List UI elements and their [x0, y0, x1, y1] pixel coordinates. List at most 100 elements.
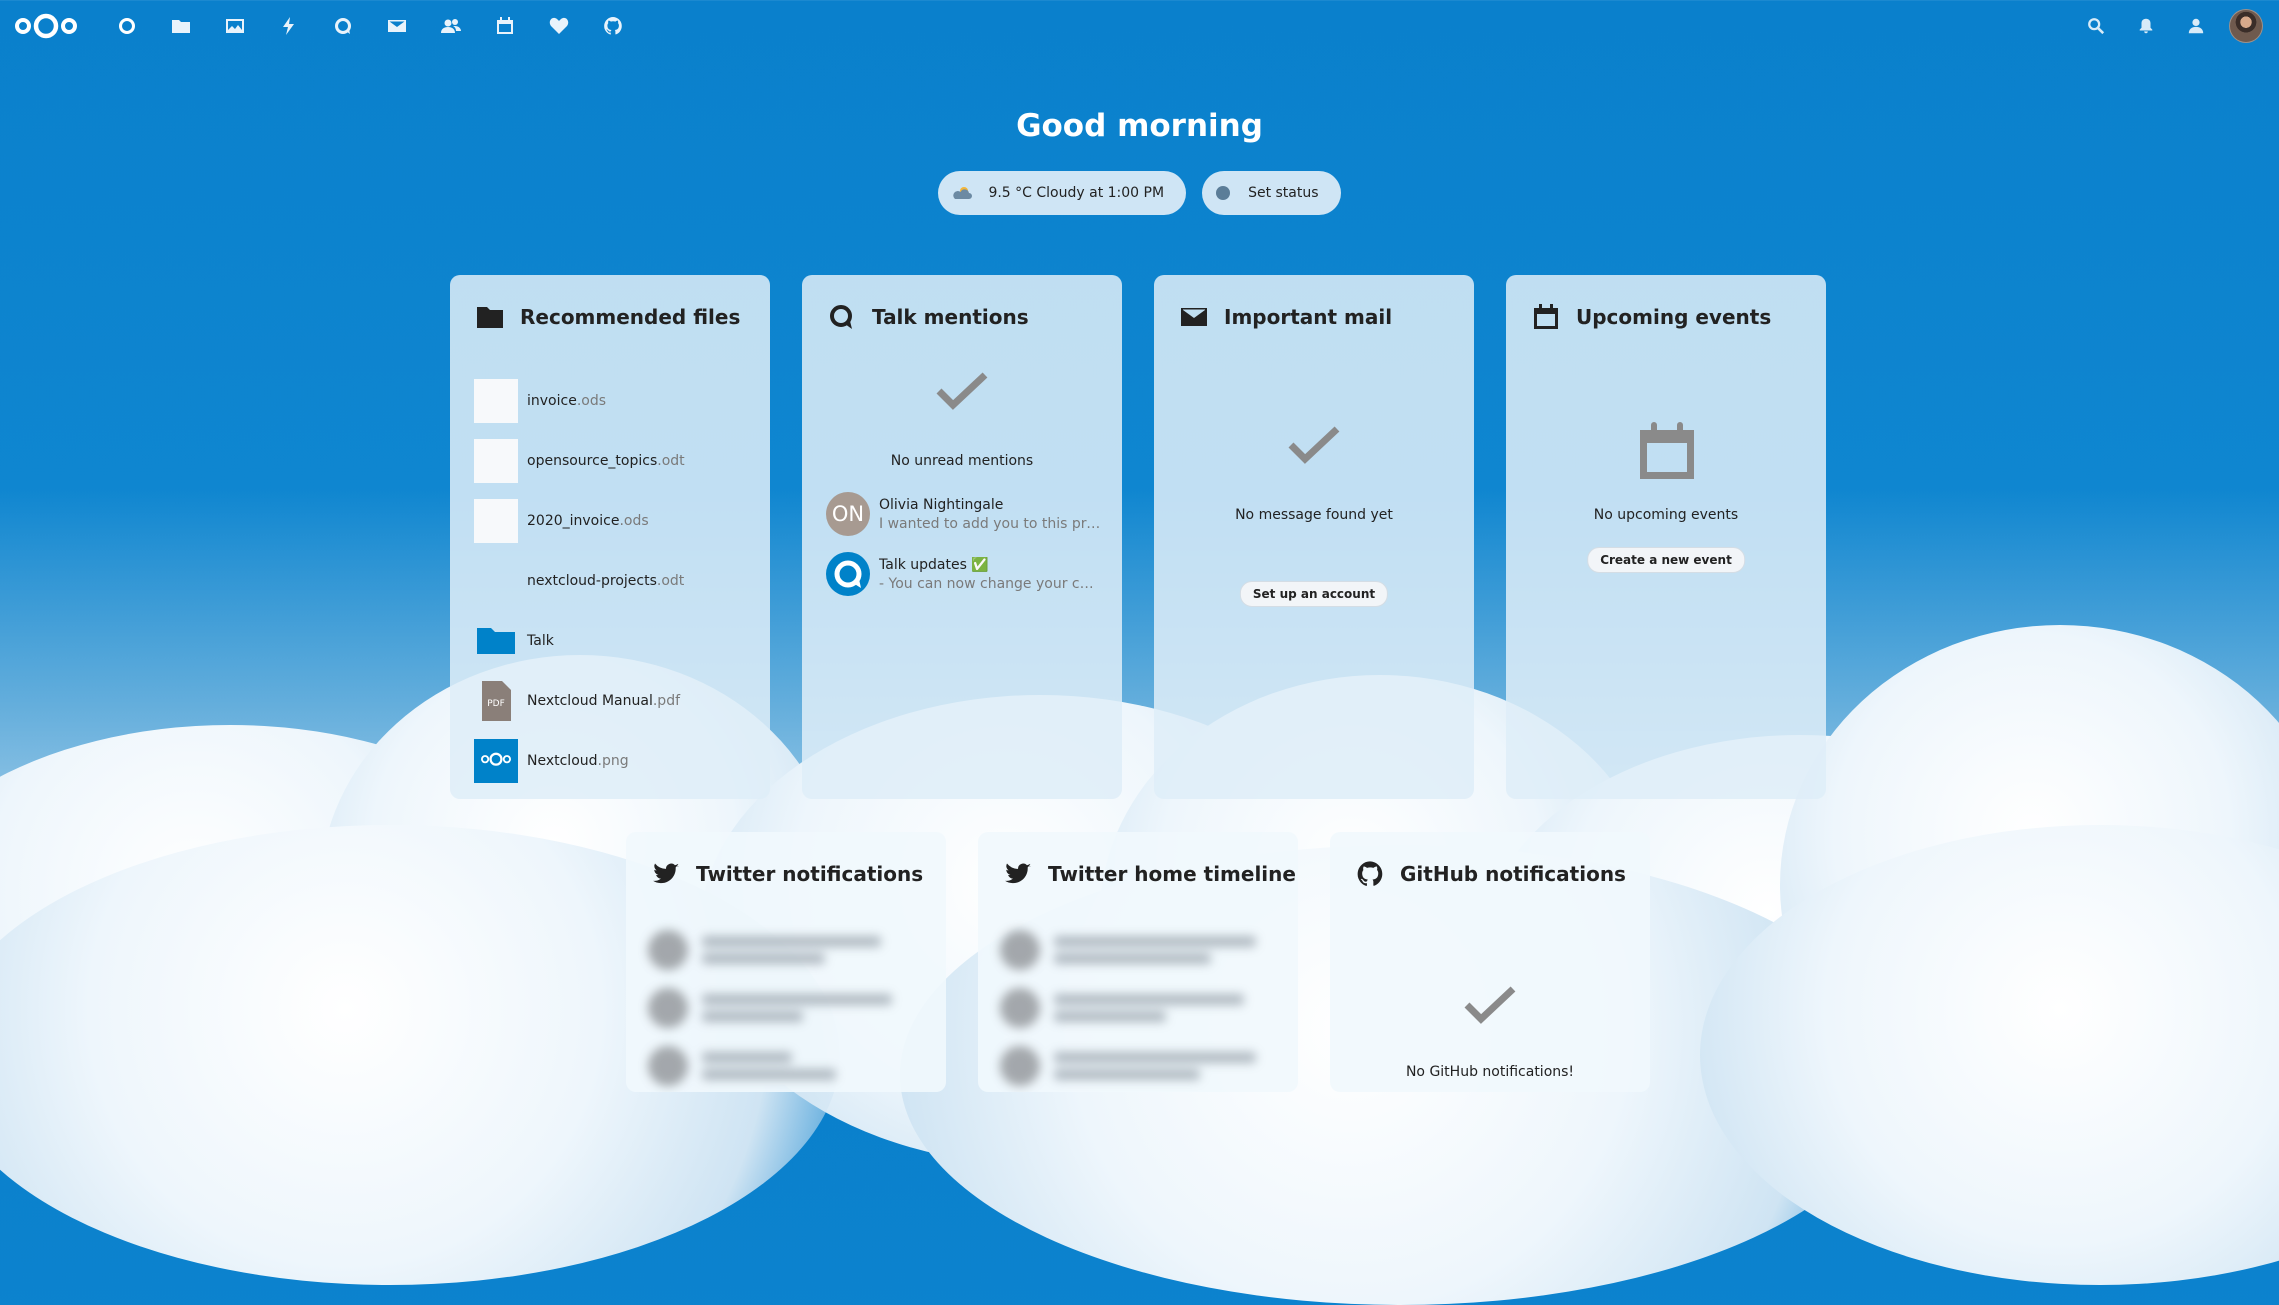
file-thumbnail	[474, 499, 518, 543]
list-item[interactable]: 2020_invoice.ods	[474, 491, 750, 551]
list-item[interactable]	[1000, 1038, 1278, 1092]
contacts-icon	[441, 19, 461, 33]
widget-github-notifications: GitHub notifications No GitHub notificat…	[1330, 832, 1650, 1092]
user-avatar[interactable]	[2229, 9, 2263, 43]
nextcloud-logo[interactable]	[14, 10, 78, 42]
blurred-text	[1054, 1046, 1278, 1086]
mail-icon	[1181, 308, 1207, 326]
avatar	[648, 930, 688, 970]
notifications-button[interactable]	[2121, 0, 2171, 52]
github-icon	[604, 17, 622, 35]
widget-upcoming-events: Upcoming events No upcoming events Creat…	[1506, 275, 1826, 799]
avatar: ON	[826, 492, 870, 536]
photos-app[interactable]	[208, 0, 262, 52]
mail-app[interactable]	[370, 0, 424, 52]
mention-author: Talk updates ✅	[879, 556, 989, 573]
github-app[interactable]	[586, 0, 640, 52]
list-item[interactable]	[1000, 922, 1278, 978]
folder-icon	[474, 619, 518, 663]
image-thumbnail	[474, 739, 518, 783]
file-extension: .png	[597, 753, 629, 769]
file-name: opensource_topics	[527, 453, 658, 469]
contacts-menu-button[interactable]	[2171, 0, 2221, 52]
avatar	[1000, 930, 1040, 970]
empty-message: No unread mentions	[890, 453, 1034, 469]
top-bar	[0, 0, 2279, 52]
empty-message: No upcoming events	[1593, 507, 1739, 523]
weather-text: 9.5 °C Cloudy at 1:00 PM	[988, 185, 1165, 201]
contacts-app[interactable]	[424, 0, 478, 52]
list-item[interactable]: ON Olivia Nightingale I wanted to add yo…	[826, 490, 1102, 538]
file-extension: .odt	[657, 453, 685, 469]
widget-twitter-notifications: Twitter notifications	[626, 832, 946, 1092]
avatar	[1000, 988, 1040, 1028]
file-thumbnail	[474, 439, 518, 483]
file-name: nextcloud-projects	[527, 573, 657, 589]
file-extension: .odt	[656, 573, 685, 589]
avatar	[1000, 1046, 1040, 1086]
file-name: 2020_invoice	[527, 513, 620, 529]
list-item[interactable]	[648, 922, 926, 978]
file-extension: .ods	[576, 393, 607, 409]
blurred-text	[1054, 930, 1278, 970]
weather-status[interactable]: 9.5 °C Cloudy at 1:00 PM	[938, 171, 1187, 215]
dashboard-app[interactable]	[100, 0, 154, 52]
list-item[interactable]: opensource_topics.odt	[474, 431, 750, 491]
favorites-app[interactable]	[532, 0, 586, 52]
bell-icon	[2139, 18, 2153, 34]
list-item[interactable]: Talk	[474, 611, 750, 671]
widget-title: Recommended files	[520, 305, 741, 329]
blurred-text	[702, 1046, 926, 1086]
talk-app[interactable]	[316, 0, 370, 52]
cloudy-icon	[953, 187, 973, 199]
blurred-text	[702, 988, 926, 1028]
activity-app[interactable]	[262, 0, 316, 52]
list-item[interactable]	[648, 1038, 926, 1092]
recommended-file-list: invoice.ods opensource_topics.odt 2020_i…	[474, 371, 750, 791]
file-extension: .ods	[619, 513, 649, 529]
pdf-icon: PDF	[474, 679, 518, 723]
calendar-app[interactable]	[478, 0, 532, 52]
avatar	[648, 988, 688, 1028]
list-item[interactable]: PDF Nextcloud Manual.pdf	[474, 671, 750, 731]
folder-icon	[477, 307, 503, 328]
pdf-badge-text: PDF	[487, 699, 505, 709]
files-app[interactable]	[154, 0, 208, 52]
calendar-icon	[497, 17, 513, 34]
mail-icon	[388, 20, 406, 32]
widget-talk-mentions: Talk mentions No unread mentions ON Oliv…	[802, 275, 1122, 799]
search-icon	[2088, 18, 2105, 35]
widget-title: Important mail	[1224, 305, 1393, 329]
calendar-icon	[1534, 304, 1558, 329]
widget-important-mail: Important mail No message found yet Set …	[1154, 275, 1474, 799]
list-item[interactable]	[1000, 980, 1278, 1036]
create-event-button[interactable]: Create a new event	[1587, 547, 1745, 573]
app-menu	[100, 0, 640, 52]
status-dot-icon	[1216, 186, 1231, 200]
unified-search-button[interactable]	[2071, 0, 2121, 52]
talk-icon	[335, 18, 351, 34]
file-name: Nextcloud	[527, 753, 598, 769]
greeting-title: Good morning	[1016, 108, 1263, 144]
widget-title: GitHub notifications	[1400, 862, 1626, 886]
list-item[interactable]: Nextcloud.png	[474, 731, 750, 791]
list-item[interactable]: nextcloud-projects.odt	[474, 551, 750, 611]
list-item[interactable]: invoice.ods	[474, 371, 750, 431]
widget-title: Talk mentions	[872, 305, 1029, 329]
checkmark-icon	[1288, 426, 1340, 464]
github-icon	[1357, 861, 1383, 886]
list-item[interactable]: Talk updates ✅ - You can now change your…	[826, 550, 1102, 598]
file-extension: .pdf	[652, 693, 681, 709]
talk-icon	[830, 305, 852, 329]
image-icon	[226, 19, 244, 33]
set-up-account-button[interactable]: Set up an account	[1239, 581, 1389, 607]
mention-author: Olivia Nightingale	[879, 496, 1004, 513]
set-status-button[interactable]: Set status	[1202, 171, 1341, 215]
blurred-text	[1054, 988, 1278, 1028]
file-name: invoice	[527, 393, 577, 409]
heart-icon	[549, 17, 569, 34]
file-thumbnail	[474, 559, 518, 603]
list-item[interactable]	[648, 980, 926, 1036]
checkmark-icon	[1464, 986, 1516, 1024]
widget-title: Upcoming events	[1576, 305, 1772, 329]
